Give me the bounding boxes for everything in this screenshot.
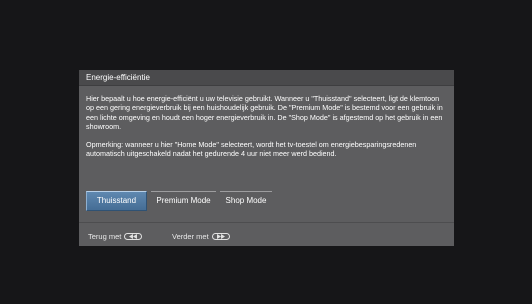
fast-forward-button-icon xyxy=(211,232,230,240)
dialog-title-bar: Energie-efficiëntie xyxy=(79,70,454,86)
next-navigation[interactable]: Verder met xyxy=(172,231,230,241)
option-shop-mode[interactable]: Shop Mode xyxy=(220,191,272,211)
option-home-mode[interactable]: Thuisstand xyxy=(86,191,147,211)
option-premium-mode[interactable]: Premium Mode xyxy=(151,191,216,211)
dialog-footer: Terug met Verder met xyxy=(79,222,454,246)
dialog-title: Energie-efficiëntie xyxy=(86,73,150,82)
description-paragraph: Hier bepaalt u hoe energie-efficiënt u u… xyxy=(86,94,443,132)
rewind-button-icon xyxy=(124,232,143,240)
note-paragraph: Opmerking: wanneer u hier "Home Mode" se… xyxy=(86,140,417,159)
next-label: Verder met xyxy=(172,231,209,241)
energy-efficiency-dialog: Energie-efficiëntie Hier bepaalt u hoe e… xyxy=(79,70,454,246)
back-navigation[interactable]: Terug met xyxy=(88,231,143,241)
back-label: Terug met xyxy=(88,231,122,241)
mode-options: Thuisstand Premium Mode Shop Mode xyxy=(86,191,386,213)
